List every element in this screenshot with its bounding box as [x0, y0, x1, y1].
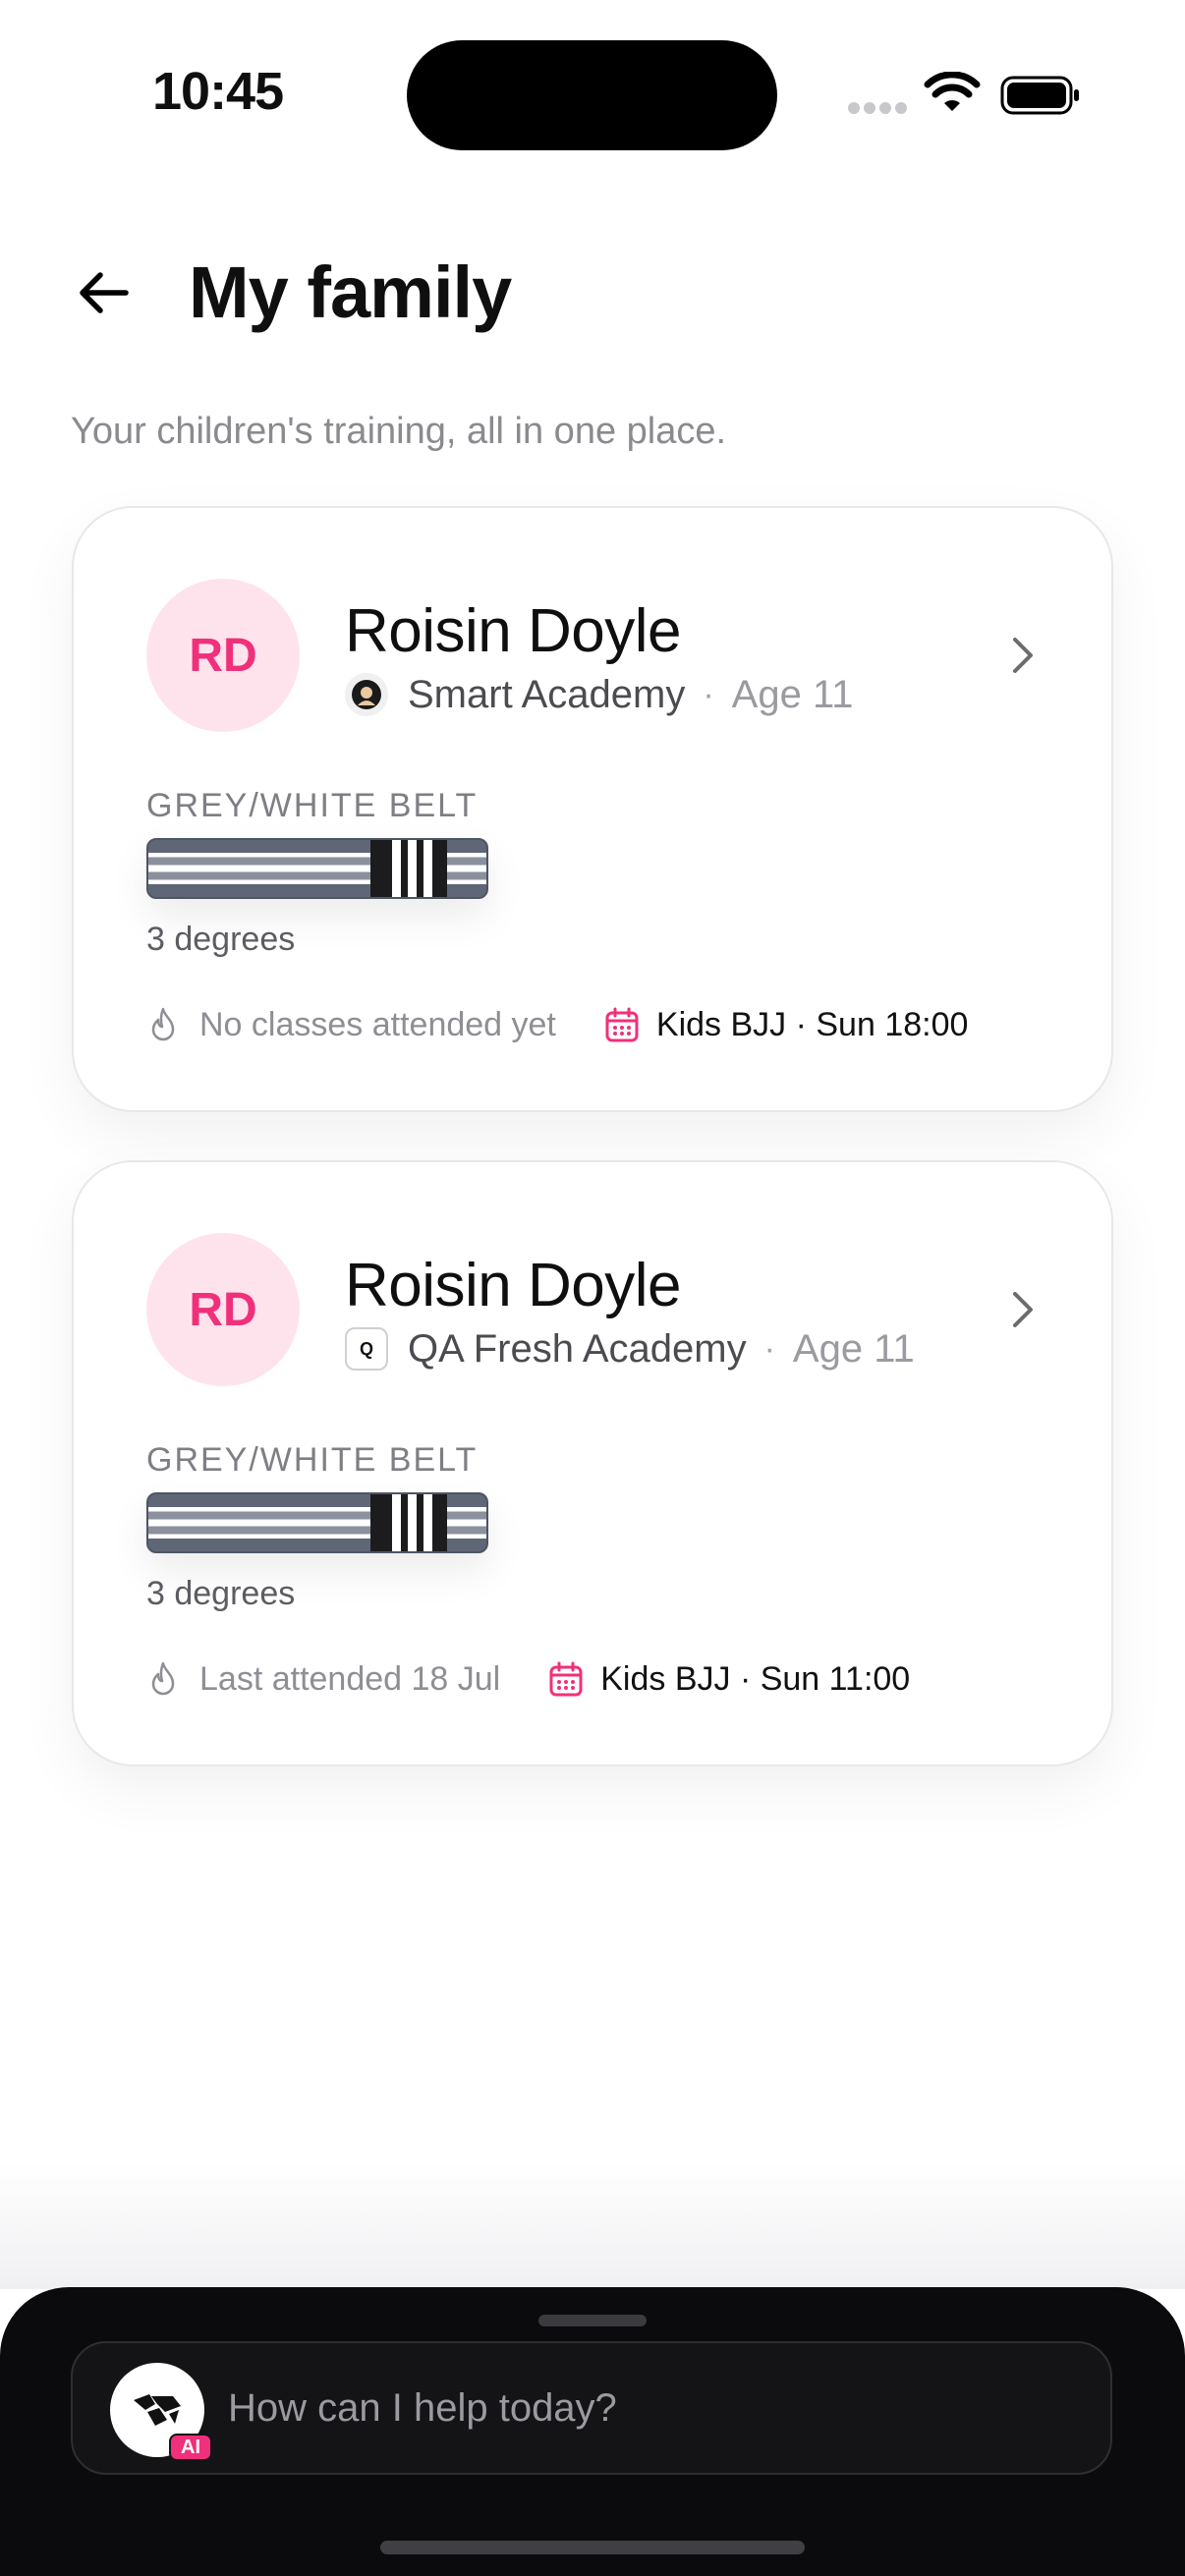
- avatar: RD: [146, 1233, 300, 1386]
- belt-rank-bar: [370, 840, 447, 897]
- gym-name: QA Fresh Academy: [408, 1326, 747, 1371]
- degree-stripe: [392, 840, 401, 897]
- avatar: RD: [146, 579, 300, 732]
- belt-graphic: [146, 1492, 488, 1553]
- belt-rank-bar: [370, 1494, 447, 1551]
- belt-degrees: 3 degrees: [146, 921, 296, 958]
- sheet-grabber[interactable]: [538, 2315, 647, 2326]
- status-time: 10:45: [152, 62, 284, 121]
- flame-icon: [151, 1661, 175, 1696]
- degree-stripe: [408, 840, 417, 897]
- battery-icon: [1000, 76, 1079, 115]
- chevron-right-icon: [1013, 1292, 1033, 1327]
- separator: ·: [703, 675, 714, 713]
- dynamic-island: [407, 40, 777, 150]
- back-button[interactable]: [69, 257, 140, 328]
- child-age: Age 11: [731, 672, 854, 716]
- assistant-placeholder: How can I help today?: [228, 2386, 617, 2430]
- degree-stripe: [392, 1494, 401, 1551]
- calendar-icon: [605, 1007, 639, 1042]
- belt-degrees: 3 degrees: [146, 1575, 296, 1612]
- card-footer: No classes attended yet Kids BJJ · Sun 1…: [146, 1001, 968, 1048]
- arrow-left-icon: [80, 272, 129, 313]
- child-name: Roisin Doyle: [345, 1252, 682, 1319]
- degree-stripe: [408, 1494, 417, 1551]
- page-subtitle: Your children's training, all in one pla…: [71, 411, 727, 452]
- cellular-signal-icon: [848, 102, 907, 116]
- card-footer: Last attended 18 Jul Kids BJJ · Sun 11:0…: [146, 1655, 910, 1703]
- calendar-icon: [549, 1661, 583, 1697]
- child-card[interactable]: RD Roisin Doyle Q QA Fresh Academy · Age…: [72, 1160, 1113, 1766]
- page-title: My family: [189, 252, 512, 333]
- separator: ·: [763, 1329, 775, 1368]
- next-class: Kids BJJ · Sun 11:00: [600, 1659, 911, 1698]
- attendance-status: No classes attended yet: [199, 1005, 556, 1043]
- gym-row: Smart Academy · Age 11: [345, 671, 853, 718]
- belt-title: GREY/WHITE BELT: [146, 787, 479, 824]
- assistant-sheet: AI How can I help today?: [0, 2287, 1185, 2576]
- gym-logo-icon: [345, 673, 388, 716]
- degree-stripe: [423, 1494, 432, 1551]
- child-card[interactable]: RD Roisin Doyle Smart Academy · Age 11 G…: [72, 506, 1113, 1112]
- gym-logo-icon: Q: [345, 1327, 388, 1371]
- sheet-shadow: [0, 2161, 1185, 2289]
- degree-stripe: [423, 840, 432, 897]
- gym-name: Smart Academy: [408, 672, 686, 716]
- belt-graphic: [146, 838, 488, 899]
- next-class: Kids BJJ · Sun 18:00: [655, 1005, 969, 1043]
- wifi-icon: [924, 72, 981, 111]
- child-name: Roisin Doyle: [345, 597, 682, 665]
- ai-badge: AI: [169, 2434, 212, 2461]
- attendance-status: Last attended 18 Jul: [199, 1659, 501, 1698]
- belt-title: GREY/WHITE BELT: [146, 1441, 479, 1479]
- child-age: Age 11: [792, 1326, 915, 1371]
- chevron-right-icon: [1013, 638, 1033, 673]
- gym-row: Q QA Fresh Academy · Age 11: [345, 1325, 915, 1372]
- home-indicator: [380, 2541, 805, 2554]
- flame-icon: [151, 1007, 175, 1041]
- assistant-input[interactable]: AI How can I help today?: [71, 2341, 1112, 2475]
